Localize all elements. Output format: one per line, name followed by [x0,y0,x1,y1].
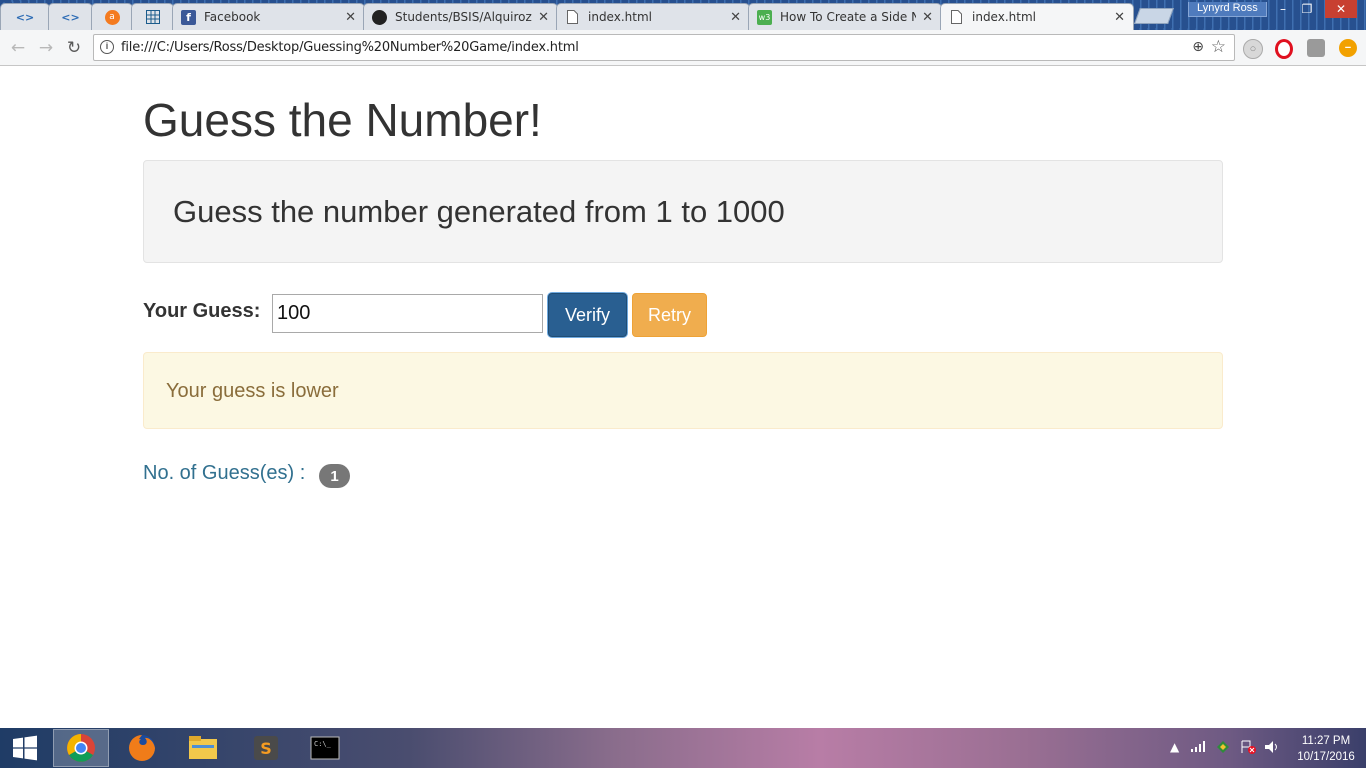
taskbar-chrome[interactable] [53,729,109,767]
restore-icon[interactable]: ❐ [1294,0,1320,18]
tab-pinned-1[interactable]: <> [0,3,50,30]
avast-icon: a [104,9,120,25]
taskbar-clock[interactable]: 11:27 PM 10/17/2016 [1290,733,1362,765]
tab-title: How To Create a Side Na [780,10,917,24]
minimize-icon[interactable]: – [1270,0,1296,18]
taskbar-file-explorer[interactable] [175,729,231,767]
address-url[interactable]: file:///C:/Users/Ross/Desktop/Guessing%2… [121,40,579,55]
extension-box-icon[interactable] [1307,39,1325,57]
volume-icon[interactable] [1264,740,1280,757]
guess-count-badge: 1 [319,464,350,488]
profile-button[interactable]: Lynyrd Ross [1188,2,1267,17]
page-icon [565,10,580,25]
flag-error-icon[interactable] [1240,740,1256,757]
svg-text:S: S [260,739,272,758]
page-icon [949,10,964,25]
code-icon: <> [61,10,80,24]
tab-w3schools[interactable]: w3 How To Create a Side Na ✕ [748,3,942,30]
code-icon: <> [15,10,35,24]
clock-date: 10/17/2016 [1297,751,1355,763]
svg-text:C:\_: C:\_ [314,740,332,748]
extension-gray-icon[interactable]: ○ [1243,39,1263,59]
zoom-icon[interactable]: ⊕ [1192,39,1204,55]
close-icon[interactable]: ✕ [730,10,741,25]
taskbar-command-prompt[interactable]: C:\_ [297,729,353,767]
close-icon[interactable]: ✕ [1114,10,1125,25]
clock-time: 11:27 PM [1301,735,1351,747]
guess-input[interactable] [272,294,543,333]
opera-icon[interactable] [1275,39,1293,59]
instructions-panel: Guess the number generated from 1 to 100… [143,160,1223,263]
tab-index-1[interactable]: index.html ✕ [556,3,750,30]
verify-button[interactable]: Verify [548,293,627,337]
close-icon[interactable]: ✕ [922,10,933,25]
guess-label: Your Guess: [143,300,261,322]
firefox-icon [129,735,155,761]
tab-pinned-4[interactable] [131,3,174,30]
w3schools-icon: w3 [757,9,772,25]
tab-title: index.html [588,10,652,24]
grid-icon [145,10,160,25]
tab-index-active[interactable]: index.html ✕ [940,3,1134,30]
tab-facebook[interactable]: f Facebook ✕ [172,3,365,30]
chrome-icon [67,734,95,762]
feedback-alert: Your guess is lower [143,352,1223,429]
tab-pinned-2[interactable]: <> [48,3,93,30]
tab-github[interactable]: Students/BSIS/Alquiroz-I ✕ [363,3,558,30]
close-icon[interactable]: ✕ [345,10,356,25]
page-title: Guess the Number! [143,94,542,146]
forward-icon[interactable]: → [35,37,57,59]
address-bar[interactable]: i file:///C:/Users/Ross/Desktop/Guessing… [93,34,1235,61]
defender-icon[interactable] [1216,740,1230,757]
back-icon[interactable]: ← [7,37,29,59]
window-close-icon[interactable]: ✕ [1325,0,1357,18]
tab-title: Students/BSIS/Alquiroz-I [395,10,533,24]
github-icon [372,9,387,25]
new-tab-button[interactable] [1134,8,1174,24]
browser-toolbar: ← → ↻ i file:///C:/Users/Ross/Desktop/Gu… [0,30,1366,66]
taskbar-sublime-text[interactable]: S [238,729,294,767]
browser-tab-strip: <> <> a f Facebook ✕ Students/BSIS/Alqui… [0,0,1366,30]
tray-overflow-icon[interactable]: ▲ [1170,740,1179,754]
facebook-icon: f [181,9,196,25]
tab-pinned-3[interactable]: a [91,3,133,30]
windows-logo-icon [13,735,37,761]
sublime-text-icon: S [254,736,278,760]
info-icon[interactable]: i [100,40,114,54]
tab-title: Facebook [204,10,261,24]
taskbar-firefox[interactable] [114,729,170,767]
file-explorer-icon [189,736,217,759]
windows-taskbar: S C:\_ ▲ 11:27 PM 10/17/2016 [0,728,1366,768]
guess-count-label: No. of Guess(es) : [143,462,306,484]
tab-title: index.html [972,10,1036,24]
start-button[interactable] [0,729,50,767]
retry-button[interactable]: Retry [632,293,707,337]
instructions-text: Guess the number generated from 1 to 100… [173,194,785,229]
command-prompt-icon: C:\_ [310,736,340,760]
close-icon[interactable]: ✕ [538,10,549,25]
feedback-text: Your guess is lower [166,380,339,402]
network-signal-icon[interactable] [1191,740,1207,755]
extension-minus-icon[interactable]: − [1339,39,1357,57]
reload-icon[interactable]: ↻ [63,37,85,59]
bookmark-star-icon[interactable]: ☆ [1211,37,1226,57]
